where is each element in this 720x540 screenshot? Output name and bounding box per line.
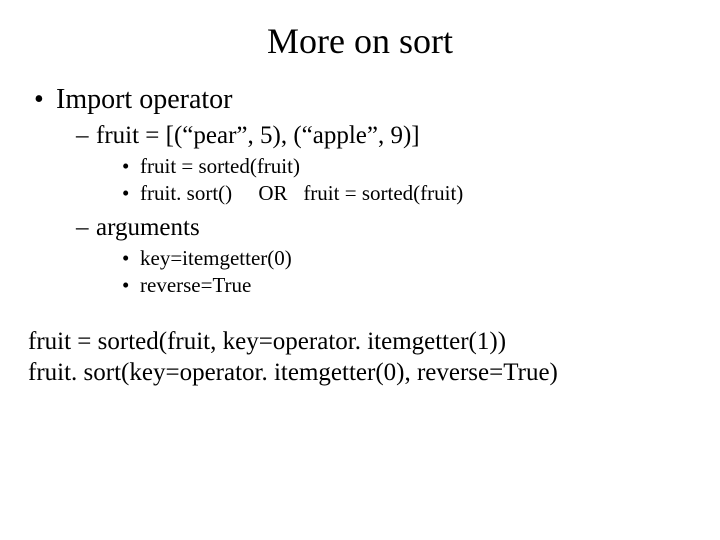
bullet-list-level3b: key=itemgetter(0) reverse=True	[76, 246, 692, 298]
l2-item-arguments: arguments key=itemgetter(0) reverse=True	[76, 214, 692, 298]
l1-text: Import operator	[56, 84, 233, 115]
bullet-list-level1: Import operator fruit = [(“pear”, 5), (“…	[28, 84, 692, 298]
l3b-item-key: key=itemgetter(0)	[122, 246, 692, 271]
l3b-text: key=itemgetter(0)	[140, 246, 292, 270]
l1-item-import-operator: Import operator fruit = [(“pear”, 5), (“…	[34, 84, 692, 298]
example-line-2: fruit. sort(key=operator. itemgetter(0),…	[28, 357, 692, 388]
l3a-item-sort-or: fruit. sort() OR fruit = sorted(fruit)	[122, 181, 692, 206]
l3a-text: fruit = sorted(fruit)	[140, 154, 300, 178]
bullet-list-level2: fruit = [(“pear”, 5), (“apple”, 9)] frui…	[34, 122, 692, 298]
example-code-block: fruit = sorted(fruit, key=operator. item…	[28, 326, 692, 389]
l3a-item-sorted: fruit = sorted(fruit)	[122, 154, 692, 179]
bullet-list-level3a: fruit = sorted(fruit) fruit. sort() OR f…	[76, 154, 692, 206]
slide-title: More on sort	[28, 20, 692, 62]
l3a-text: fruit. sort() OR fruit = sorted(fruit)	[140, 181, 463, 205]
l2-text: fruit = [(“pear”, 5), (“apple”, 9)]	[96, 122, 420, 149]
example-line-1: fruit = sorted(fruit, key=operator. item…	[28, 326, 692, 357]
slide: More on sort Import operator fruit = [(“…	[0, 0, 720, 540]
l3b-text: reverse=True	[140, 273, 251, 297]
l2-item-fruit-def: fruit = [(“pear”, 5), (“apple”, 9)] frui…	[76, 122, 692, 206]
l2-text: arguments	[96, 214, 200, 241]
l3b-item-reverse: reverse=True	[122, 273, 692, 298]
